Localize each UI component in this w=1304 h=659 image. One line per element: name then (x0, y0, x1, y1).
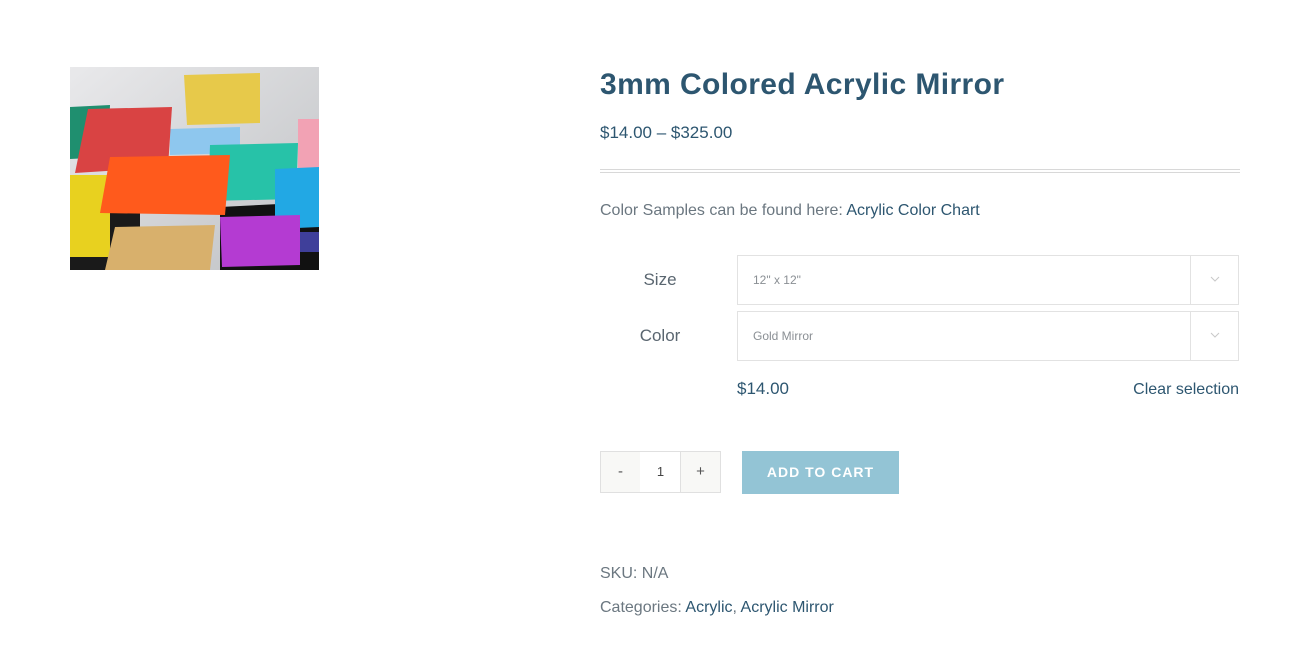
product-sku: SKU: N/A (600, 565, 668, 583)
product-categories: Categories: Acrylic, Acrylic Mirror (600, 599, 834, 617)
product-price-range: $14.00 – $325.00 (600, 123, 733, 142)
add-to-cart-button[interactable]: ADD TO CART (742, 451, 899, 494)
acrylic-color-chart-link[interactable]: Acrylic Color Chart (846, 202, 979, 219)
category-link-acrylic[interactable]: Acrylic (685, 599, 732, 616)
color-select-arrow[interactable] (1190, 312, 1238, 360)
size-select-arrow[interactable] (1190, 256, 1238, 304)
color-samples-note: Color Samples can be found here: Acrylic… (600, 202, 980, 220)
chevron-down-icon (1210, 332, 1220, 338)
quantity-decrease-button[interactable]: - (600, 451, 641, 493)
sku-value: N/A (641, 565, 669, 582)
quantity-increase-button[interactable]: + (680, 451, 721, 493)
product-summary: 3mm Colored Acrylic Mirror $14.00 – $325… (600, 66, 1240, 616)
quantity-input[interactable]: 1 (640, 451, 681, 493)
color-select[interactable]: Gold Mirror (737, 311, 1239, 361)
size-label: Size (643, 270, 677, 289)
clear-selection-link[interactable]: Clear selection (1133, 381, 1239, 399)
divider (600, 169, 1240, 173)
product-image[interactable] (70, 67, 319, 270)
variation-price: $14.00 (737, 379, 789, 398)
size-variation-row: Size 12" x 12" (600, 255, 1240, 305)
sku-label: SKU: (600, 565, 638, 582)
chevron-down-icon (1210, 276, 1220, 282)
color-label: Color (639, 326, 681, 345)
color-samples-text: Color Samples can be found here: (600, 202, 847, 219)
categories-label: Categories: (600, 599, 682, 616)
size-select-value: 12" x 12" (753, 273, 801, 287)
color-select-value: Gold Mirror (753, 329, 814, 343)
category-separator: , (732, 599, 737, 616)
color-variation-row: Color Gold Mirror (600, 311, 1240, 361)
size-select[interactable]: 12" x 12" (737, 255, 1239, 305)
product-title: 3mm Colored Acrylic Mirror (600, 68, 1005, 101)
category-link-acrylic-mirror[interactable]: Acrylic Mirror (741, 599, 834, 616)
